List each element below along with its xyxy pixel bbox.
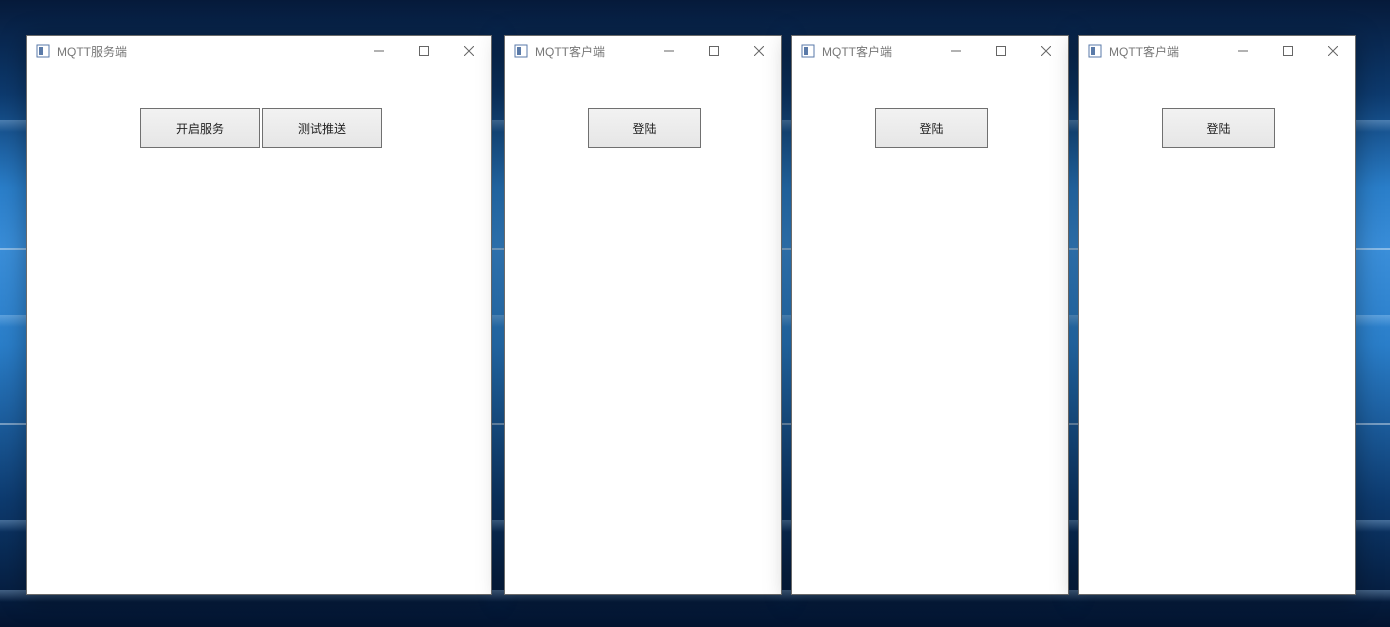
client-area: 登陆 [792, 66, 1068, 594]
titlebar[interactable]: MQTT客户端 [792, 36, 1068, 66]
login-button[interactable]: 登陆 [875, 108, 988, 148]
maximize-button[interactable] [691, 36, 736, 66]
minimize-button[interactable] [646, 36, 691, 66]
minimize-button[interactable] [933, 36, 978, 66]
window-title: MQTT服务端 [57, 43, 127, 60]
login-button[interactable]: 登陆 [588, 108, 701, 148]
client-area: 登陆 [505, 66, 781, 594]
app-icon [513, 43, 529, 59]
titlebar[interactable]: MQTT客户端 [1079, 36, 1355, 66]
minimize-button[interactable] [356, 36, 401, 66]
window-mqtt-client-3[interactable]: MQTT客户端 登陆 [1078, 35, 1356, 595]
titlebar[interactable]: MQTT客户端 [505, 36, 781, 66]
maximize-button[interactable] [978, 36, 1023, 66]
login-button[interactable]: 登陆 [1162, 108, 1275, 148]
minimize-button[interactable] [1220, 36, 1265, 66]
close-button[interactable] [446, 36, 491, 66]
titlebar[interactable]: MQTT服务端 [27, 36, 491, 66]
window-mqtt-client-2[interactable]: MQTT客户端 登陆 [791, 35, 1069, 595]
start-service-button[interactable]: 开启服务 [140, 108, 260, 148]
window-title: MQTT客户端 [1109, 43, 1179, 60]
maximize-button[interactable] [1265, 36, 1310, 66]
app-icon [1087, 43, 1103, 59]
close-button[interactable] [736, 36, 781, 66]
window-mqtt-server[interactable]: MQTT服务端 开启服务 测试推送 [26, 35, 492, 595]
client-area: 开启服务 测试推送 [27, 66, 491, 594]
window-mqtt-client-1[interactable]: MQTT客户端 登陆 [504, 35, 782, 595]
close-button[interactable] [1023, 36, 1068, 66]
window-title: MQTT客户端 [822, 43, 892, 60]
test-push-button[interactable]: 测试推送 [262, 108, 382, 148]
close-button[interactable] [1310, 36, 1355, 66]
maximize-button[interactable] [401, 36, 446, 66]
app-icon [800, 43, 816, 59]
app-icon [35, 43, 51, 59]
client-area: 登陆 [1079, 66, 1355, 594]
window-title: MQTT客户端 [535, 43, 605, 60]
